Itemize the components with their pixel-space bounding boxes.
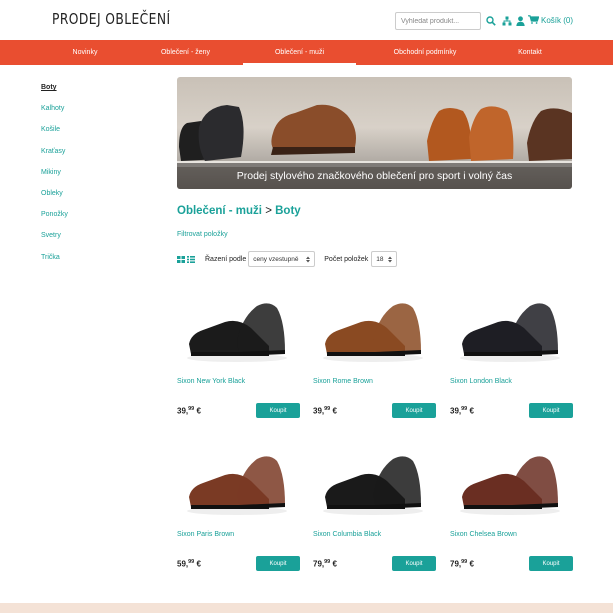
search-icon[interactable] bbox=[486, 14, 496, 28]
search-input[interactable] bbox=[395, 12, 481, 30]
product-card[interactable]: Sixon New York Black 39,99 € Koupit bbox=[177, 288, 301, 423]
product-name[interactable]: Sixon Rome Brown bbox=[313, 378, 373, 385]
list-view-icon[interactable] bbox=[187, 255, 195, 263]
select-arrows-icon bbox=[306, 256, 311, 263]
price-cents: 99 bbox=[461, 559, 468, 565]
count-select[interactable]: 18 bbox=[371, 251, 398, 267]
product-name[interactable]: Sixon Paris Brown bbox=[177, 531, 234, 538]
breadcrumb-current: Boty bbox=[275, 205, 301, 217]
buy-button[interactable]: Koupit bbox=[256, 403, 300, 418]
product-price: 39,99 € bbox=[450, 406, 474, 416]
buy-button[interactable]: Koupit bbox=[392, 403, 436, 418]
header: PRODEJ OBLEČENÍ Košík (0) bbox=[0, 0, 613, 40]
sort-label: Řazení podle bbox=[205, 255, 247, 263]
buy-button[interactable]: Koupit bbox=[529, 403, 573, 418]
sidebar-item-kalhoty[interactable]: Kalhoty bbox=[41, 104, 68, 125]
sitemap-icon[interactable] bbox=[502, 14, 512, 28]
product-card[interactable]: Sixon London Black 39,99 € Koupit bbox=[450, 288, 574, 423]
product-name[interactable]: Sixon Chelsea Brown bbox=[450, 531, 517, 538]
user-icon[interactable] bbox=[516, 14, 525, 28]
product-image[interactable] bbox=[450, 441, 574, 531]
product-card[interactable]: Sixon Rome Brown 39,99 € Koupit bbox=[313, 288, 437, 423]
product-price: 39,99 € bbox=[177, 406, 201, 416]
sort-select-value: ceny vzestupně bbox=[253, 255, 299, 263]
price-currency: € bbox=[469, 406, 474, 416]
product-image[interactable] bbox=[450, 288, 574, 378]
product-name[interactable]: Sixon New York Black bbox=[177, 378, 245, 385]
sidebar-item-boty[interactable]: Boty bbox=[41, 83, 68, 104]
count-label: Počet položek bbox=[324, 255, 369, 263]
price-currency: € bbox=[196, 559, 201, 569]
price-currency: € bbox=[469, 559, 474, 569]
filter-items-link[interactable]: Filtrovat položky bbox=[177, 231, 228, 238]
product-image[interactable] bbox=[313, 441, 437, 531]
sidebar-item-svetry[interactable]: Svetry bbox=[41, 231, 68, 252]
price-main: 39, bbox=[177, 406, 189, 416]
product-price: 39,99 € bbox=[313, 406, 337, 416]
product-price: 79,99 € bbox=[313, 559, 337, 569]
nav-item-obleceni-zeny[interactable]: Oblečení - ženy bbox=[143, 40, 228, 65]
product-name[interactable]: Sixon London Black bbox=[450, 378, 512, 385]
price-cents: 99 bbox=[188, 559, 195, 565]
price-cents: 99 bbox=[461, 406, 468, 412]
price-cents: 99 bbox=[188, 406, 195, 412]
nav-item-novinky[interactable]: Novinky bbox=[50, 40, 120, 65]
buy-button[interactable]: Koupit bbox=[529, 556, 573, 571]
price-main: 39, bbox=[450, 406, 462, 416]
sidebar-item-ponozky[interactable]: Ponožky bbox=[41, 210, 68, 231]
price-cents: 99 bbox=[324, 406, 331, 412]
price-currency: € bbox=[332, 406, 337, 416]
sidebar-item-mikiny[interactable]: Mikiny bbox=[41, 168, 68, 189]
nav-item-kontakt[interactable]: Kontakt bbox=[500, 40, 560, 65]
buy-button[interactable]: Koupit bbox=[256, 556, 300, 571]
nav-item-obchodni-podminky[interactable]: Obchodní podmínky bbox=[375, 40, 475, 65]
price-main: 79, bbox=[313, 559, 325, 569]
listing-toolbar: Řazení podle ceny vzestupně Počet polože… bbox=[177, 251, 398, 267]
main-nav: Novinky Oblečení - ženy Oblečení - muži … bbox=[0, 40, 613, 66]
product-price: 59,99 € bbox=[177, 559, 201, 569]
product-price: 79,99 € bbox=[450, 559, 474, 569]
product-card[interactable]: Sixon Paris Brown 59,99 € Koupit bbox=[177, 441, 301, 576]
product-name[interactable]: Sixon Columbia Black bbox=[313, 531, 381, 538]
sidebar-item-kosile[interactable]: Košile bbox=[41, 125, 68, 146]
breadcrumb: Oblečení - muži > Boty bbox=[177, 205, 301, 217]
count-select-value: 18 bbox=[376, 255, 384, 263]
price-main: 79, bbox=[450, 559, 462, 569]
product-image[interactable] bbox=[177, 441, 301, 531]
product-card[interactable]: Sixon Chelsea Brown 79,99 € Koupit bbox=[450, 441, 574, 576]
price-cents: 99 bbox=[324, 559, 331, 565]
category-sidebar: Boty Kalhoty Košile Kraťasy Mikiny Oblek… bbox=[41, 83, 68, 274]
select-arrows-icon bbox=[388, 256, 393, 263]
sort-select[interactable]: ceny vzestupně bbox=[248, 251, 316, 267]
breadcrumb-separator: > bbox=[265, 205, 272, 217]
sidebar-item-tricka[interactable]: Trička bbox=[41, 253, 68, 274]
nav-item-obleceni-muzi[interactable]: Oblečení - muži bbox=[243, 40, 356, 66]
footer-strip bbox=[0, 603, 613, 613]
product-card[interactable]: Sixon Columbia Black 79,99 € Koupit bbox=[313, 441, 437, 576]
price-main: 39, bbox=[313, 406, 325, 416]
price-currency: € bbox=[196, 406, 201, 416]
cart-label: Košík (0) bbox=[541, 16, 574, 25]
grid-view-icon[interactable] bbox=[177, 255, 185, 263]
banner-caption: Prodej stylového značkového oblečení pro… bbox=[177, 163, 572, 189]
sidebar-item-kratasy[interactable]: Kraťasy bbox=[41, 147, 68, 168]
buy-button[interactable]: Koupit bbox=[392, 556, 436, 571]
cart-link[interactable]: Košík (0) bbox=[528, 15, 573, 26]
site-logo[interactable]: PRODEJ OBLEČENÍ bbox=[52, 10, 171, 28]
price-currency: € bbox=[332, 559, 337, 569]
cart-icon bbox=[528, 15, 540, 26]
breadcrumb-parent[interactable]: Oblečení - muži bbox=[177, 205, 262, 217]
promo-banner: Prodej stylového značkového oblečení pro… bbox=[177, 77, 572, 189]
product-image[interactable] bbox=[177, 288, 301, 378]
price-main: 59, bbox=[177, 559, 189, 569]
sidebar-item-obleky[interactable]: Obleky bbox=[41, 189, 68, 210]
product-image[interactable] bbox=[313, 288, 437, 378]
